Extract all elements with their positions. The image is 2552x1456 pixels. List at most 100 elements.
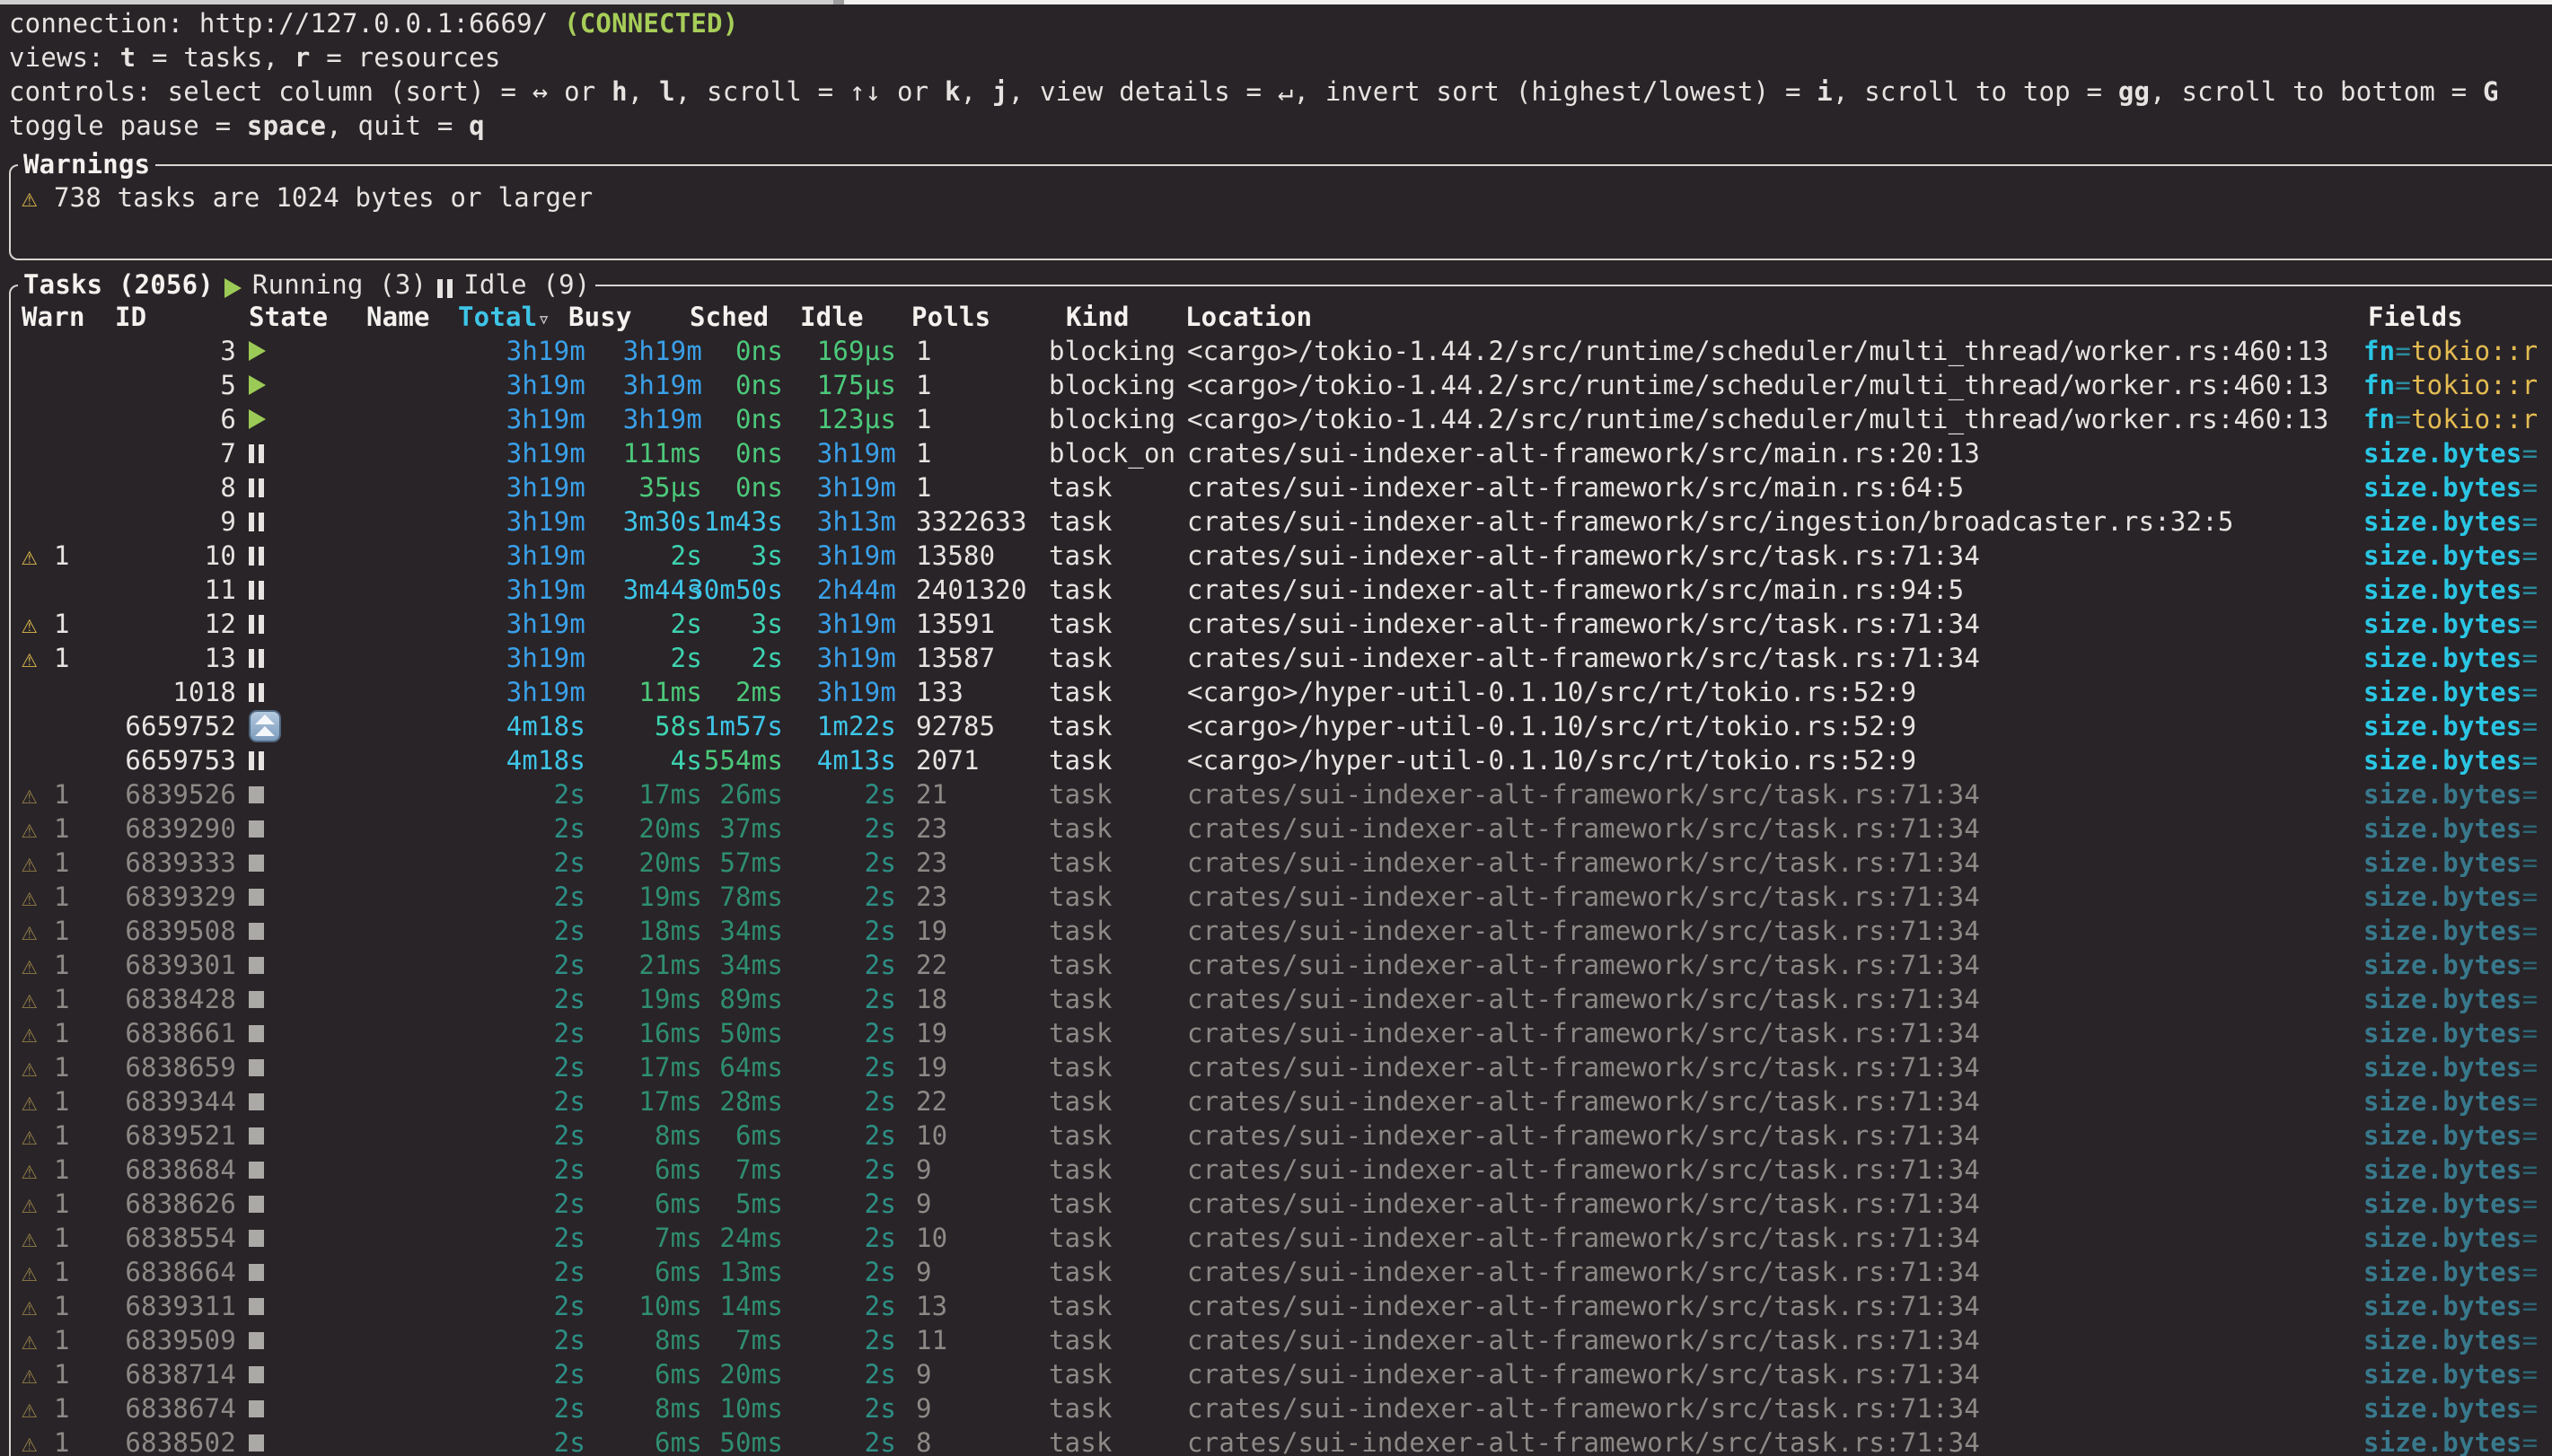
field-equals: = bbox=[2522, 677, 2539, 707]
idle-duration: 2s bbox=[770, 1391, 896, 1425]
table-row[interactable]: 6 3h19m 3h19m 0ns 123µs 1 blocking <carg… bbox=[11, 402, 2552, 436]
table-row[interactable]: ⚠ 1 6838661 2s 16ms 50ms 2s 19 task crat… bbox=[11, 1016, 2552, 1050]
table-row[interactable]: 9 3h19m 3m30s 1m43s 3h13m 3322633 task c… bbox=[11, 504, 2552, 539]
task-fields: fn=tokio::r bbox=[2363, 334, 2552, 368]
task-fields: size.bytes= bbox=[2363, 1289, 2552, 1323]
table-row[interactable]: ⚠ 1 6839508 2s 18ms 34ms 2s 19 task crat… bbox=[11, 914, 2552, 948]
task-kind: task bbox=[1049, 675, 1113, 709]
table-row[interactable]: 7 3h19m 111ms 0ns 3h19m 1 block_on crate… bbox=[11, 436, 2552, 470]
task-location: crates/sui-indexer-alt-framework/src/tas… bbox=[1187, 1221, 1980, 1255]
table-row[interactable]: ⚠ 1 6838659 2s 17ms 64ms 2s 19 task crat… bbox=[11, 1050, 2552, 1084]
table-row[interactable]: ⚠ 1 6838428 2s 19ms 89ms 2s 18 task crat… bbox=[11, 982, 2552, 1016]
field-equals: = bbox=[2522, 540, 2539, 571]
table-row[interactable]: ⚠ 1 6838626 2s 6ms 5ms 2s 9 task crates/… bbox=[11, 1187, 2552, 1221]
table-row[interactable]: ⚠ 1 6839344 2s 17ms 28ms 2s 22 task crat… bbox=[11, 1084, 2552, 1118]
total-duration: 2s bbox=[433, 1050, 585, 1084]
task-fields: size.bytes= bbox=[2363, 504, 2552, 539]
task-location: crates/sui-indexer-alt-framework/src/mai… bbox=[1187, 573, 1964, 607]
task-id: 5 bbox=[83, 368, 236, 402]
warning-triangle-icon: ⚠ bbox=[22, 1050, 38, 1084]
table-row[interactable]: ⚠ 1 6838554 2s 7ms 24ms 2s 10 task crate… bbox=[11, 1221, 2552, 1255]
stopped-icon bbox=[249, 889, 264, 906]
table-row[interactable]: 1018 3h19m 11ms 2ms 3h19m 133 task <carg… bbox=[11, 675, 2552, 709]
column-header-fields[interactable]: Fields bbox=[2368, 300, 2463, 334]
table-row[interactable]: 11 3h19m 3m44s 30m50s 2h44m 2401320 task… bbox=[11, 573, 2552, 607]
task-fields: size.bytes= bbox=[2363, 709, 2552, 743]
task-fields: size.bytes= bbox=[2363, 607, 2552, 641]
column-header-total[interactable]: Total▿ bbox=[458, 300, 550, 336]
table-row[interactable]: ⚠ 1 6839311 2s 10ms 14ms 2s 13 task crat… bbox=[11, 1289, 2552, 1323]
table-row[interactable]: ⚠ 1 6839290 2s 20ms 37ms 2s 23 task crat… bbox=[11, 811, 2552, 846]
state-cell bbox=[249, 1153, 264, 1187]
polls-count: 13587 bbox=[916, 641, 995, 675]
warn-count: 1 bbox=[54, 1118, 70, 1153]
column-header-label: Kind bbox=[1066, 302, 1130, 332]
table-row[interactable]: ⚠ 1 12 3h19m 2s 3s 3h19m 13591 task crat… bbox=[11, 607, 2552, 641]
table-row[interactable]: 3 3h19m 3h19m 0ns 169µs 1 blocking <carg… bbox=[11, 334, 2552, 368]
table-row[interactable]: 6659752 4m18s 58s 1m57s 1m22s 92785 task… bbox=[11, 709, 2552, 743]
table-row[interactable]: 5 3h19m 3h19m 0ns 175µs 1 blocking <carg… bbox=[11, 368, 2552, 402]
task-fields: size.bytes= bbox=[2363, 1016, 2552, 1050]
task-kind: task bbox=[1049, 880, 1113, 914]
column-header-kind[interactable]: Kind bbox=[1066, 300, 1130, 334]
warnings-panel: Warnings ⚠ 738 tasks are 1024 bytes or l… bbox=[9, 164, 2552, 260]
state-cell bbox=[249, 982, 264, 1016]
header-text-segment: , quit = bbox=[326, 110, 469, 141]
table-row[interactable]: ⚠ 1 6838714 2s 6ms 20ms 2s 9 task crates… bbox=[11, 1357, 2552, 1391]
idle-duration: 3h13m bbox=[770, 504, 896, 539]
task-id: 3 bbox=[83, 334, 236, 368]
column-header-idle[interactable]: Idle bbox=[800, 300, 864, 334]
table-row[interactable]: ⚠ 1 6839509 2s 8ms 7ms 2s 11 task crates… bbox=[11, 1323, 2552, 1357]
table-row[interactable]: ⚠ 1 13 3h19m 2s 2s 3h19m 13587 task crat… bbox=[11, 641, 2552, 675]
table-row[interactable]: ⚠ 1 6839333 2s 20ms 57ms 2s 23 task crat… bbox=[11, 846, 2552, 880]
total-duration: 3h19m bbox=[433, 436, 585, 470]
field-equals: = bbox=[2522, 711, 2539, 741]
polls-count: 9 bbox=[916, 1153, 932, 1187]
field-equals: = bbox=[2522, 575, 2539, 605]
field-key: size.bytes bbox=[2363, 1188, 2522, 1219]
task-kind: task bbox=[1049, 1255, 1113, 1289]
field-equals: = bbox=[2395, 336, 2411, 366]
pause-icon bbox=[437, 279, 453, 298]
table-row[interactable]: 6659753 4m18s 4s 554ms 4m13s 2071 task <… bbox=[11, 743, 2552, 777]
table-row[interactable]: ⚠ 1 6839521 2s 8ms 6ms 2s 10 task crates… bbox=[11, 1118, 2552, 1153]
column-header-busy[interactable]: Busy bbox=[568, 300, 632, 334]
column-header-polls[interactable]: Polls bbox=[911, 300, 990, 334]
table-row[interactable]: ⚠ 1 10 3h19m 2s 3s 3h19m 13580 task crat… bbox=[11, 539, 2552, 573]
polls-count: 18 bbox=[916, 982, 947, 1016]
table-row[interactable]: ⚠ 1 6838684 2s 6ms 7ms 2s 9 task crates/… bbox=[11, 1153, 2552, 1187]
column-header-location[interactable]: Location bbox=[1185, 300, 1312, 334]
warn-count: 1 bbox=[54, 539, 70, 573]
table-row[interactable]: ⚠ 1 6838664 2s 6ms 13ms 2s 9 task crates… bbox=[11, 1255, 2552, 1289]
table-row[interactable]: ⚠ 1 6839329 2s 19ms 78ms 2s 23 task crat… bbox=[11, 880, 2552, 914]
task-location: crates/sui-indexer-alt-framework/src/tas… bbox=[1187, 914, 1980, 948]
state-cell bbox=[249, 675, 264, 709]
idle-count-label: Idle (9) bbox=[463, 268, 590, 302]
table-row[interactable]: ⚠ 1 6839526 2s 17ms 26ms 2s 21 task crat… bbox=[11, 777, 2552, 811]
table-row[interactable]: ⚠ 1 6838502 2s 6ms 50ms 2s 8 task crates… bbox=[11, 1425, 2552, 1456]
warn-count: 1 bbox=[54, 1289, 70, 1323]
column-header-warn[interactable]: Warn bbox=[22, 300, 85, 334]
task-fields: size.bytes= bbox=[2363, 880, 2552, 914]
warning-triangle-icon: ⚠ bbox=[22, 948, 38, 982]
column-header-id[interactable]: ID bbox=[115, 300, 146, 334]
column-header-state[interactable]: State bbox=[249, 300, 328, 334]
polls-count: 3322633 bbox=[916, 504, 1027, 539]
table-row[interactable]: 8 3h19m 35µs 0ns 3h19m 1 task crates/sui… bbox=[11, 470, 2552, 504]
column-header-name[interactable]: Name bbox=[366, 300, 430, 334]
table-row[interactable]: ⚠ 1 6838674 2s 8ms 10ms 2s 9 task crates… bbox=[11, 1391, 2552, 1425]
task-fields: size.bytes= bbox=[2363, 982, 2552, 1016]
stopped-icon bbox=[249, 923, 264, 940]
state-cell bbox=[249, 1425, 264, 1456]
sched-duration: 2s bbox=[654, 641, 783, 675]
column-header-sched[interactable]: Sched bbox=[690, 300, 769, 334]
total-duration: 3h19m bbox=[433, 470, 585, 504]
table-row[interactable]: ⚠ 1 6839301 2s 21ms 34ms 2s 22 task crat… bbox=[11, 948, 2552, 982]
polls-count: 2071 bbox=[916, 743, 980, 777]
task-location: crates/sui-indexer-alt-framework/src/tas… bbox=[1187, 607, 1980, 641]
field-key: size.bytes bbox=[2363, 1018, 2522, 1048]
warn-count: 1 bbox=[54, 982, 70, 1016]
warning-triangle-icon: ⚠ bbox=[22, 880, 38, 914]
task-id: 6839329 bbox=[83, 880, 236, 914]
state-cell bbox=[249, 368, 266, 402]
